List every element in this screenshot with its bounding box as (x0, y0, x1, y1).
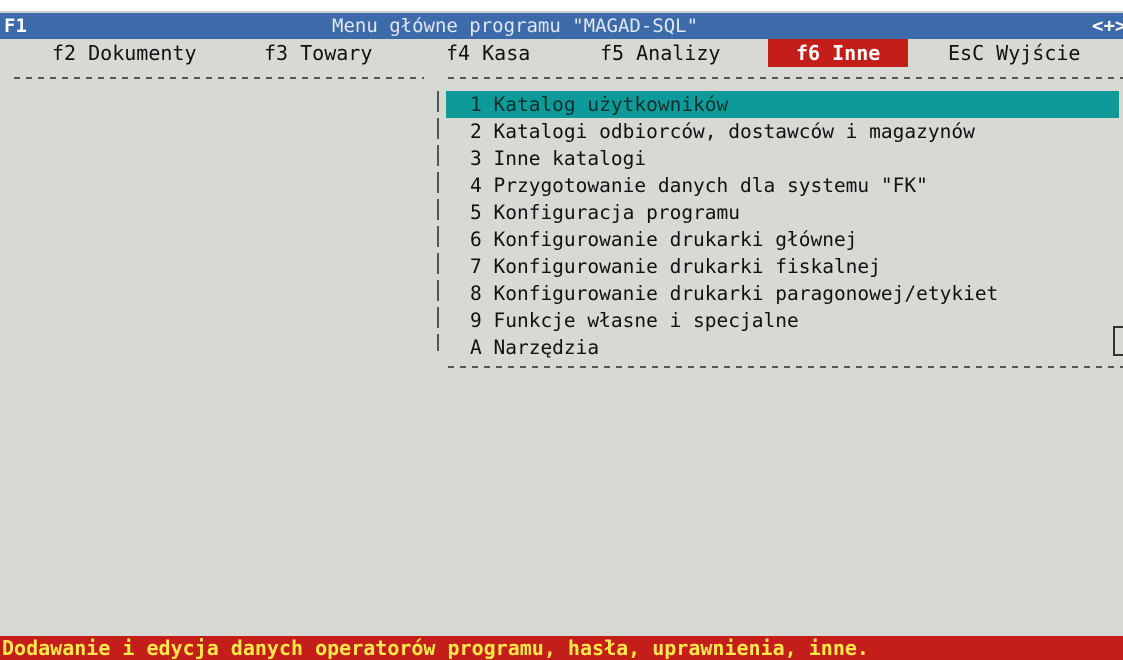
main-menu-bar: f2 Dokumenty f3 Towary f4 Kasa f5 Analiz… (0, 39, 1123, 67)
menu-item-analizy[interactable]: f5 Analizy (600, 39, 720, 67)
submenu-item-katalog-uzytkownikow[interactable]: 1 Katalog użytkowników (446, 91, 1119, 118)
submenu-item-dane-fk[interactable]: 4 Przygotowanie danych dla systemu "FK" (446, 172, 1119, 199)
submenu-item-drukarka-paragonowa[interactable]: 8 Konfigurowanie drukarki paragonowej/et… (446, 280, 1119, 307)
submenu-bottom-border (448, 366, 1123, 368)
menu-item-dokumenty[interactable]: f2 Dokumenty (52, 39, 197, 67)
submenu-scroll-indicator[interactable] (1113, 326, 1123, 356)
expand-indicator[interactable]: <+> (1092, 13, 1123, 39)
help-key-label[interactable]: F1 (4, 13, 27, 39)
submenu-item-narzedzia[interactable]: A Narzędzia (446, 334, 1119, 361)
submenu-left-border (437, 91, 439, 351)
menu-item-kasa[interactable]: f4 Kasa (446, 39, 530, 67)
submenu-item-inne-katalogi[interactable]: 3 Inne katalogi (446, 145, 1119, 172)
window-title: Menu główne programu "MAGAD-SQL" (332, 15, 699, 37)
menu-item-towary[interactable]: f3 Towary (264, 39, 372, 67)
submenu-item-katalogi-odbiorcow[interactable]: 2 Katalogi odbiorców, dostawców i magazy… (446, 118, 1119, 145)
submenu-item-konfiguracja[interactable]: 5 Konfiguracja programu (446, 199, 1119, 226)
menu-item-wyjscie[interactable]: EsC Wyjście (948, 39, 1080, 67)
submenu-item-drukarka-glowna[interactable]: 6 Konfigurowanie drukarki głównej (446, 226, 1119, 253)
submenu-item-drukarka-fiskalna[interactable]: 7 Konfigurowanie drukarki fiskalnej (446, 253, 1119, 280)
left-panel-divider (14, 77, 424, 79)
submenu-top-border (448, 77, 1123, 79)
title-bar: F1 Menu główne programu "MAGAD-SQL" <+> (0, 13, 1123, 39)
status-message: Dodawanie i edycja danych operatorów pro… (2, 636, 869, 660)
submenu-item-funkcje-wlasne[interactable]: 9 Funkcje własne i specjalne (446, 307, 1119, 334)
status-bar: Dodawanie i edycja danych operatorów pro… (0, 636, 1123, 660)
menu-item-inne[interactable]: f6 Inne (768, 39, 909, 67)
